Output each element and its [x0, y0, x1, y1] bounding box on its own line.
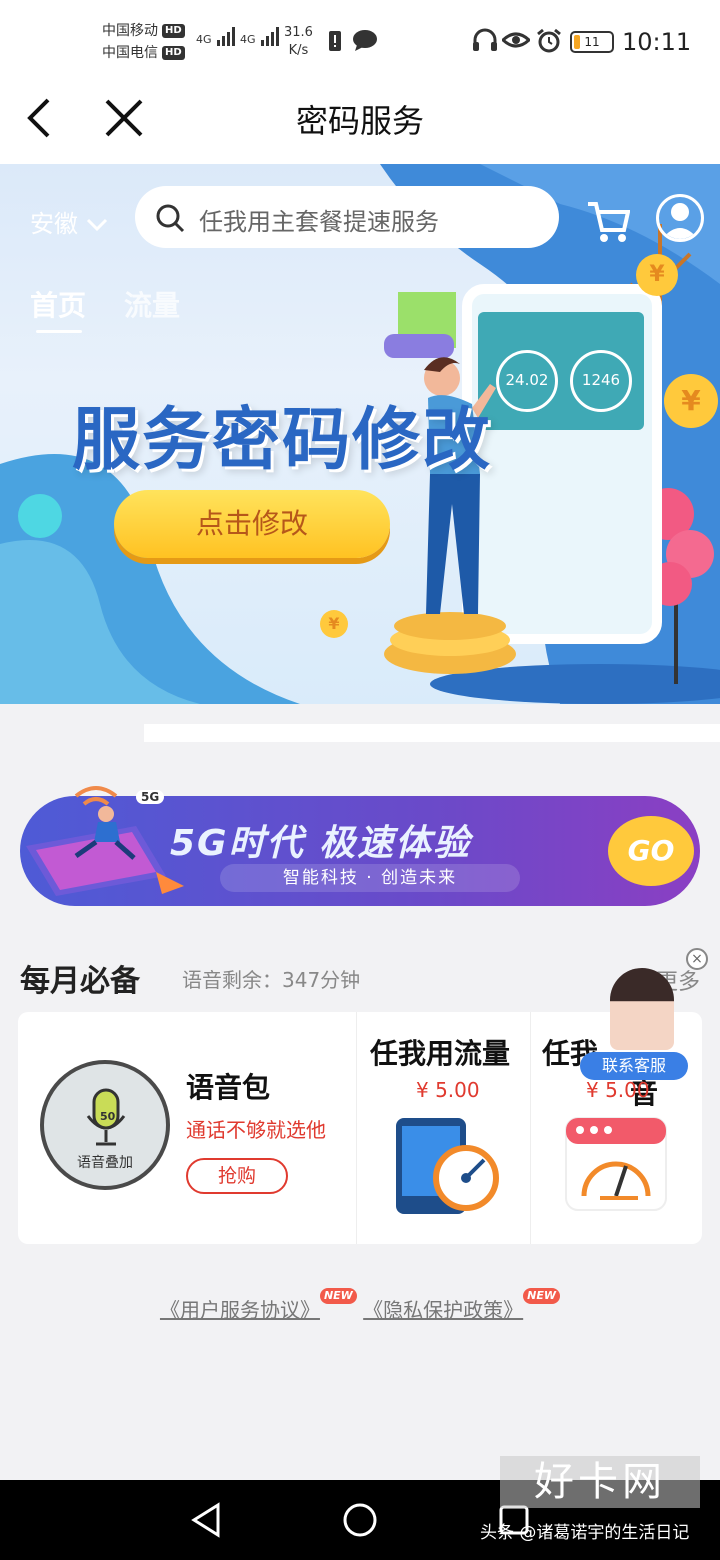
voice-speed-icon — [565, 1117, 667, 1211]
signal-2-icon: 4G — [240, 26, 280, 46]
banner-headline: 服务密码修改 — [72, 401, 493, 480]
product-cards: 50 语音叠加 语音包 通话不够就选他 抢购 任我用流量 ¥ 5.00 任我音 … — [18, 1012, 702, 1244]
network-speed: 31.6 K/s — [284, 25, 313, 58]
chevron-down-icon — [86, 218, 107, 232]
banner-tabs: 首页 流量 — [30, 284, 218, 324]
search-input[interactable]: 任我用主套餐提速服务 — [135, 186, 559, 248]
close-icon[interactable]: × — [686, 948, 708, 970]
5g-badge: 5G — [136, 790, 165, 804]
hero-banner[interactable]: 24.02 1246 ¥ ¥ ¥ 安徽 任我用主套餐提速服务 首页 流量 服务密… — [0, 164, 720, 704]
voice-number: 50 — [100, 1110, 116, 1123]
caption-watermark: 头条 @诸葛诺宇的生活日记 — [480, 1523, 690, 1543]
person-illustration — [384, 357, 516, 674]
hd-badge: HD — [162, 46, 185, 60]
message-icon — [353, 30, 377, 51]
voice-remaining: 语音剩余：347分钟 — [182, 968, 361, 992]
carrier-1: 中国移动 — [102, 23, 158, 39]
carrier-2: 中国电信 — [102, 45, 158, 61]
go-button[interactable]: GO — [608, 816, 694, 886]
card-price-voice-unlimited: ¥ 5.00 — [586, 1078, 650, 1102]
section-title: 每月必备 — [20, 964, 140, 999]
service-agreement-link[interactable]: 《用户服务协议》 — [160, 1298, 320, 1322]
buy-button[interactable]: 抢购 — [186, 1158, 288, 1194]
eye-icon — [502, 32, 530, 48]
coin-icon: ¥ — [636, 254, 678, 296]
card-divider — [530, 1012, 531, 1244]
new-badge: NEW — [319, 1288, 357, 1304]
nav-back-icon[interactable] — [190, 1502, 222, 1538]
promo-subline: 智能科技 · 创造未来 — [220, 864, 520, 892]
promo-headline: 5G时代 极速体验 — [170, 823, 472, 864]
nav-home-icon[interactable] — [342, 1502, 378, 1538]
new-badge: NEW — [523, 1288, 561, 1304]
voice-package-icon: 50 语音叠加 — [40, 1060, 170, 1190]
sim-alert-icon — [329, 31, 341, 51]
active-tab-indicator — [36, 330, 82, 333]
site-watermark: 好卡网 — [500, 1456, 700, 1508]
hd-badge: HD — [162, 24, 185, 38]
page-title: 密码服务 — [295, 102, 424, 140]
card-divider — [356, 1012, 357, 1244]
card-desc-voice: 通话不够就选他 — [186, 1118, 326, 1142]
divider-strip — [144, 724, 720, 742]
coin-icon: ¥ — [664, 374, 718, 428]
card-price-data: ¥ 5.00 — [416, 1078, 480, 1102]
status-bar: 中国移动 HD 中国电信 HD 4G 4G 31.6 K/s 11 10:11 — [0, 0, 720, 80]
card-title-voice: 语音包 — [186, 1071, 271, 1104]
tab-data[interactable]: 流量 — [124, 289, 180, 322]
signal-1-icon: 4G — [196, 26, 236, 46]
data-speed-icon — [396, 1118, 499, 1214]
promo-5g-banner[interactable]: 5G 5G时代 极速体验 智能科技 · 创造未来 GO — [20, 786, 700, 906]
agreement-links: 《用户服务协议》NEW 《隐私保护政策》NEW — [0, 1288, 720, 1323]
user-avatar-icon[interactable] — [656, 194, 704, 242]
tab-home[interactable]: 首页 — [30, 289, 86, 322]
coin-icon: ¥ — [320, 610, 348, 638]
clock: 10:11 — [622, 28, 692, 56]
headphones-icon — [473, 28, 497, 51]
modify-button[interactable]: 点击修改 — [114, 490, 390, 558]
voice-icon-label: 语音叠加 — [77, 1155, 133, 1171]
carrier-info: 中国移动 HD 中国电信 HD — [102, 20, 185, 64]
privacy-policy-link[interactable]: 《隐私保护政策》 — [363, 1298, 523, 1322]
contact-service-button[interactable]: 联系客服 — [580, 1052, 688, 1080]
search-icon — [156, 204, 185, 233]
search-placeholder: 任我用主套餐提速服务 — [199, 208, 439, 236]
customer-service-avatar[interactable] — [610, 968, 674, 1050]
region-selector[interactable]: 安徽 — [30, 204, 108, 239]
battery-icon: 11 — [570, 31, 614, 53]
minutes-remaining-ring: 1246 — [570, 350, 632, 412]
alarm-icon — [537, 28, 561, 53]
title-bar: 密码服务 — [0, 80, 720, 164]
card-title-data[interactable]: 任我用流量 — [370, 1032, 510, 1072]
cart-icon[interactable] — [586, 200, 630, 244]
